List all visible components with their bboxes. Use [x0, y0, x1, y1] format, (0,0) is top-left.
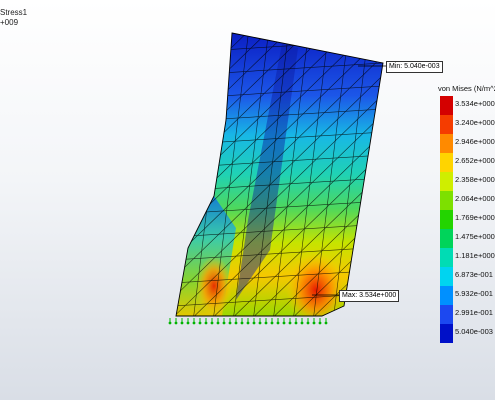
fixture-markers [168, 318, 328, 325]
legend-swatch [440, 248, 453, 267]
legend-swatch [440, 191, 453, 210]
legend-row: 2.991e-001 [438, 305, 495, 324]
min-stress-callout[interactable]: Min: 5.040e-003 [386, 61, 443, 73]
legend-value: 2.358e+000 [455, 175, 495, 184]
legend-swatch [440, 286, 453, 305]
legend-value: 5.040e-003 [455, 327, 493, 336]
legend-value: 3.240e+000 [455, 118, 495, 127]
min-stress-label: Min: 5.040e-003 [389, 63, 440, 70]
legend-row: 3.240e+000 [438, 115, 495, 134]
legend-swatch [440, 210, 453, 229]
legend-swatch [440, 229, 453, 248]
legend-swatch [440, 267, 453, 286]
legend-swatch [440, 115, 453, 134]
legend-value: 1.181e+000 [455, 251, 495, 260]
legend-value: 5.932e-001 [455, 289, 493, 298]
legend-value: 2.946e+000 [455, 137, 495, 146]
legend-row: 6.873e-001 [438, 267, 495, 286]
legend-swatch [440, 305, 453, 324]
legend-value: 6.873e-001 [455, 270, 493, 279]
model-viewport[interactable] [0, 0, 495, 400]
legend-row: 2.946e+000 [438, 134, 495, 153]
legend-value: 3.534e+000 [455, 99, 495, 108]
legend-value: 1.769e+000 [455, 213, 495, 222]
legend-swatch [440, 324, 453, 343]
legend-row: 5.040e-003 [438, 324, 495, 343]
legend-row: 2.358e+000 [438, 172, 495, 191]
legend-title: von Mises (N/m^2 [438, 84, 495, 93]
max-stress-callout[interactable]: Max: 3.534e+000 [339, 290, 400, 302]
legend-value: 2.991e-001 [455, 308, 493, 317]
legend-row: 1.475e+000 [438, 229, 495, 248]
legend-row: 2.064e+000 [438, 191, 495, 210]
legend-swatch [440, 172, 453, 191]
legend-row: 5.932e-001 [438, 286, 495, 305]
legend-swatch [440, 96, 453, 115]
legend-swatch [440, 134, 453, 153]
legend-row: 1.769e+000 [438, 210, 495, 229]
legend-swatch [440, 153, 453, 172]
left-stress-zone [196, 256, 232, 316]
legend-row: 3.534e+000 [438, 96, 495, 115]
legend-value: 2.652e+000 [455, 156, 495, 165]
legend-value: 2.064e+000 [455, 194, 495, 203]
legend-row: 1.181e+000 [438, 248, 495, 267]
max-stress-label: Max: 3.534e+000 [342, 292, 397, 299]
legend-row: 2.652e+000 [438, 153, 495, 172]
legend-value: 1.475e+000 [455, 232, 495, 241]
